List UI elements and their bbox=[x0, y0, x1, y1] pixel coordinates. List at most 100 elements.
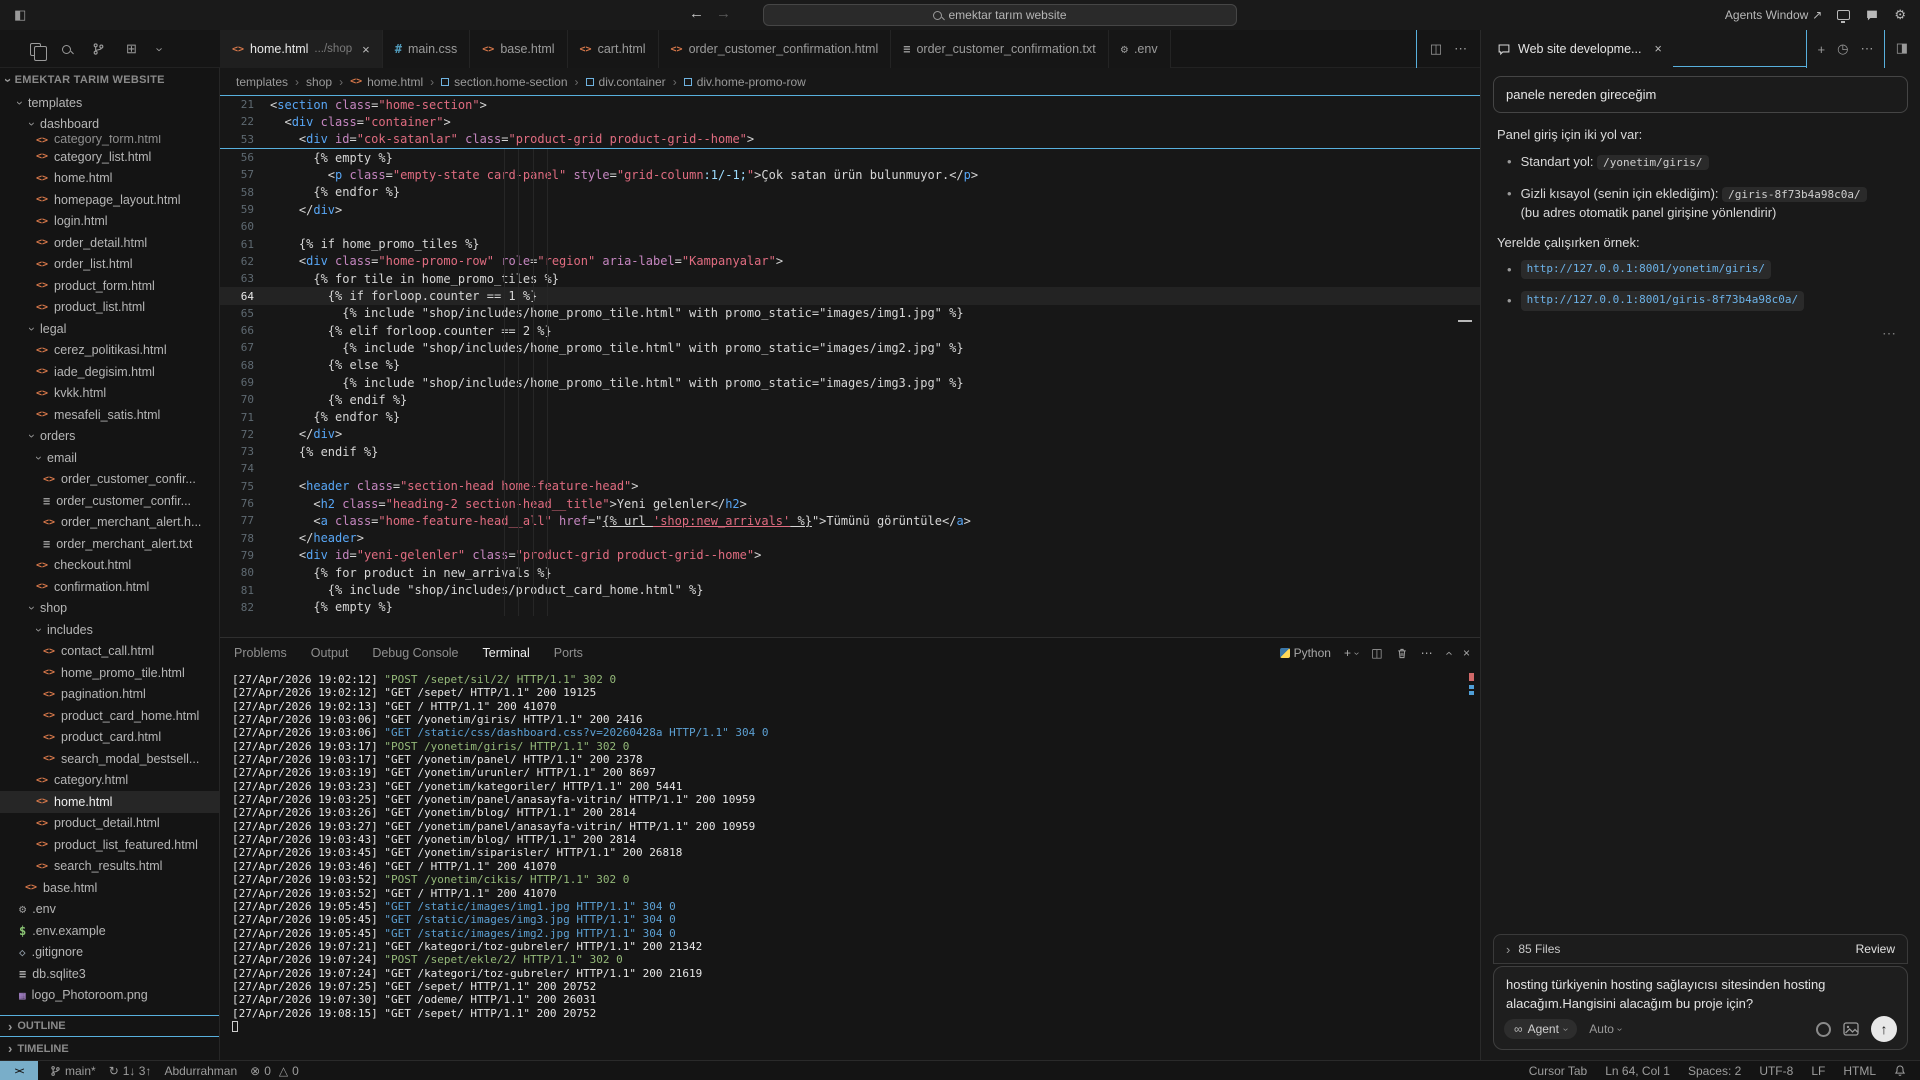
encoding-item[interactable]: UTF-8 bbox=[1759, 1064, 1793, 1078]
file-product_detail.html[interactable]: <>product_detail.html bbox=[0, 813, 219, 835]
panel-tab-Debug Console[interactable]: Debug Console bbox=[372, 646, 458, 660]
file-db.sqlite3[interactable]: ≡db.sqlite3 bbox=[0, 963, 219, 985]
sidebar-toggle-icon[interactable]: ◧ bbox=[14, 7, 26, 23]
editor-more-actions-icon[interactable]: ⋯ bbox=[1454, 41, 1467, 57]
file-category.html[interactable]: <>category.html bbox=[0, 770, 219, 792]
breadcrumb-item[interactable]: templates bbox=[236, 75, 288, 89]
breadcrumb-item[interactable]: section.home-section bbox=[441, 75, 567, 89]
user-item[interactable]: Abdurrahman bbox=[164, 1064, 237, 1078]
back-icon[interactable]: ← bbox=[689, 5, 704, 22]
history-icon[interactable]: ◷ bbox=[1837, 41, 1848, 57]
new-chat-icon[interactable]: + bbox=[1818, 42, 1826, 57]
file-product_list_featured.html[interactable]: <>product_list_featured.html bbox=[0, 834, 219, 856]
file-mesafeli_satis.html[interactable]: <>mesafeli_satis.html bbox=[0, 404, 219, 426]
terminal-shell-item[interactable]: Python bbox=[1280, 646, 1331, 660]
search-icon[interactable] bbox=[62, 45, 71, 54]
chevron-down-icon[interactable]: › bbox=[153, 47, 168, 51]
sync-item[interactable]: ↻ 1↓ 3↑ bbox=[109, 1064, 152, 1078]
tab-order_customer_confirmation.txt[interactable]: ≡order_customer_confirmation.txt bbox=[891, 30, 1108, 68]
gear-icon[interactable]: ⚙ bbox=[1894, 7, 1906, 23]
outline-section[interactable]: › OUTLINE bbox=[0, 1015, 219, 1037]
explorer-icon[interactable] bbox=[30, 43, 41, 56]
file-login.html[interactable]: <>login.html bbox=[0, 211, 219, 233]
folder-includes[interactable]: ›includes bbox=[0, 619, 219, 641]
tab-order_customer_confirmation.html[interactable]: <>order_customer_confirmation.html bbox=[659, 30, 892, 68]
file-order_customer_confir...[interactable]: ≡order_customer_confir... bbox=[0, 490, 219, 512]
file-order_customer_confir...[interactable]: <>order_customer_confir... bbox=[0, 469, 219, 491]
file-product_list.html[interactable]: <>product_list.html bbox=[0, 297, 219, 319]
model-dropdown[interactable]: Auto › bbox=[1589, 1022, 1621, 1036]
url-chip[interactable]: http://127.0.0.1:8001/yonetim/giris/ bbox=[1521, 260, 1771, 280]
review-button[interactable]: Review bbox=[1856, 942, 1895, 956]
url-chip[interactable]: http://127.0.0.1:8001/giris-8f73b4a98c0a… bbox=[1521, 291, 1805, 311]
source-control-icon[interactable] bbox=[92, 42, 105, 56]
extensions-icon[interactable]: ⊞ bbox=[126, 41, 137, 57]
file-home_promo_tile.html[interactable]: <>home_promo_tile.html bbox=[0, 662, 219, 684]
breadcrumb-item[interactable]: shop bbox=[306, 75, 332, 89]
file-contact_call.html[interactable]: <>contact_call.html bbox=[0, 641, 219, 663]
panel-more-icon[interactable]: ⋯ bbox=[1421, 646, 1433, 660]
chat-tab[interactable]: Web site developme... × bbox=[1487, 30, 1672, 68]
chat-icon[interactable] bbox=[1865, 9, 1879, 22]
file-homepage_layout.html[interactable]: <>homepage_layout.html bbox=[0, 189, 219, 211]
file-confirmation.html[interactable]: <>confirmation.html bbox=[0, 576, 219, 598]
changed-files-bar[interactable]: › 85 Files Review bbox=[1493, 934, 1908, 964]
problems-item[interactable]: ⊗ 0 △ 0 bbox=[250, 1064, 299, 1078]
language-item[interactable]: HTML bbox=[1843, 1064, 1876, 1078]
panel-tab-Output[interactable]: Output bbox=[311, 646, 349, 660]
forward-icon[interactable]: → bbox=[716, 5, 731, 22]
file-.gitignore[interactable]: ◇.gitignore bbox=[0, 942, 219, 964]
file-iade_degisim.html[interactable]: <>iade_degisim.html bbox=[0, 361, 219, 383]
maximize-panel-icon[interactable]: › bbox=[1440, 651, 1455, 655]
file-category_list.html[interactable]: <>category_list.html bbox=[0, 146, 219, 168]
file-product_form.html[interactable]: <>product_form.html bbox=[0, 275, 219, 297]
file-pagination.html[interactable]: <>pagination.html bbox=[0, 684, 219, 706]
cursor-tab-item[interactable]: Cursor Tab bbox=[1529, 1064, 1587, 1078]
file-base.html[interactable]: <>base.html bbox=[0, 877, 219, 899]
file-product_card_home.html[interactable]: <>product_card_home.html bbox=[0, 705, 219, 727]
folder-shop[interactable]: ›shop bbox=[0, 598, 219, 620]
indentation-item[interactable]: Spaces: 2 bbox=[1688, 1064, 1741, 1078]
file-checkout.html[interactable]: <>checkout.html bbox=[0, 555, 219, 577]
user-message[interactable]: panele nereden gireceğim bbox=[1493, 76, 1908, 113]
tab-cart.html[interactable]: <>cart.html bbox=[568, 30, 659, 68]
file-product_card.html[interactable]: <>product_card.html bbox=[0, 727, 219, 749]
file-search_results.html[interactable]: <>search_results.html bbox=[0, 856, 219, 878]
usage-ring-icon[interactable] bbox=[1816, 1022, 1831, 1037]
folder-templates[interactable]: ›templates bbox=[0, 92, 219, 114]
file-order_merchant_alert.h...[interactable]: <>order_merchant_alert.h... bbox=[0, 512, 219, 534]
tab-home.html[interactable]: <>home.html.../shop× bbox=[220, 30, 383, 68]
split-terminal-icon[interactable]: ◫ bbox=[1371, 646, 1382, 660]
file-.env[interactable]: ⚙.env bbox=[0, 899, 219, 921]
agents-window-button[interactable]: Agents Window ↗ bbox=[1725, 8, 1822, 22]
folder-dashboard[interactable]: ›dashboard bbox=[0, 114, 219, 136]
file-.env.example[interactable]: $.env.example bbox=[0, 920, 219, 942]
new-terminal-button[interactable]: +› bbox=[1344, 646, 1358, 660]
close-panel-icon[interactable]: × bbox=[1463, 646, 1470, 660]
send-button[interactable]: ↑ bbox=[1871, 1016, 1897, 1042]
image-icon[interactable] bbox=[1843, 1022, 1859, 1036]
composer-input[interactable]: hosting türkiyenin hosting sağlayıcısı s… bbox=[1506, 976, 1895, 1014]
eol-item[interactable]: LF bbox=[1811, 1064, 1825, 1078]
terminal-panel[interactable]: ProblemsOutputDebug ConsoleTerminalPorts… bbox=[220, 637, 1480, 1060]
trash-icon[interactable] bbox=[1396, 647, 1408, 660]
toggle-secondary-sidebar-icon[interactable]: ◨ bbox=[1896, 40, 1908, 56]
folder-legal[interactable]: ›legal bbox=[0, 318, 219, 340]
file-home.html[interactable]: <>home.html bbox=[0, 168, 219, 190]
close-icon[interactable]: × bbox=[362, 42, 370, 57]
breadcrumb-item[interactable]: div.container bbox=[586, 75, 666, 89]
file-search_modal_bestsell...[interactable]: <>search_modal_bestsell... bbox=[0, 748, 219, 770]
workspace-header[interactable]: › EMEKTAR TARIM WEBSITE bbox=[0, 68, 219, 92]
breadcrumb-item[interactable]: div.home-promo-row bbox=[684, 75, 806, 89]
file-order_list.html[interactable]: <>order_list.html bbox=[0, 254, 219, 276]
panel-tab-Terminal[interactable]: Terminal bbox=[483, 646, 530, 660]
monitor-icon[interactable] bbox=[1837, 10, 1850, 20]
remote-indicator[interactable]: >< bbox=[0, 1061, 38, 1080]
close-icon[interactable]: × bbox=[1654, 42, 1661, 56]
file-cerez_politikasi.html[interactable]: <>cerez_politikasi.html bbox=[0, 340, 219, 362]
chat-more-icon[interactable]: ⋯ bbox=[1860, 41, 1873, 57]
message-more-icon[interactable]: ⋯ bbox=[1481, 325, 1898, 342]
file-order_merchant_alert.txt[interactable]: ≡order_merchant_alert.txt bbox=[0, 533, 219, 555]
git-branch-item[interactable]: main* bbox=[50, 1064, 96, 1078]
panel-tab-Ports[interactable]: Ports bbox=[554, 646, 583, 660]
